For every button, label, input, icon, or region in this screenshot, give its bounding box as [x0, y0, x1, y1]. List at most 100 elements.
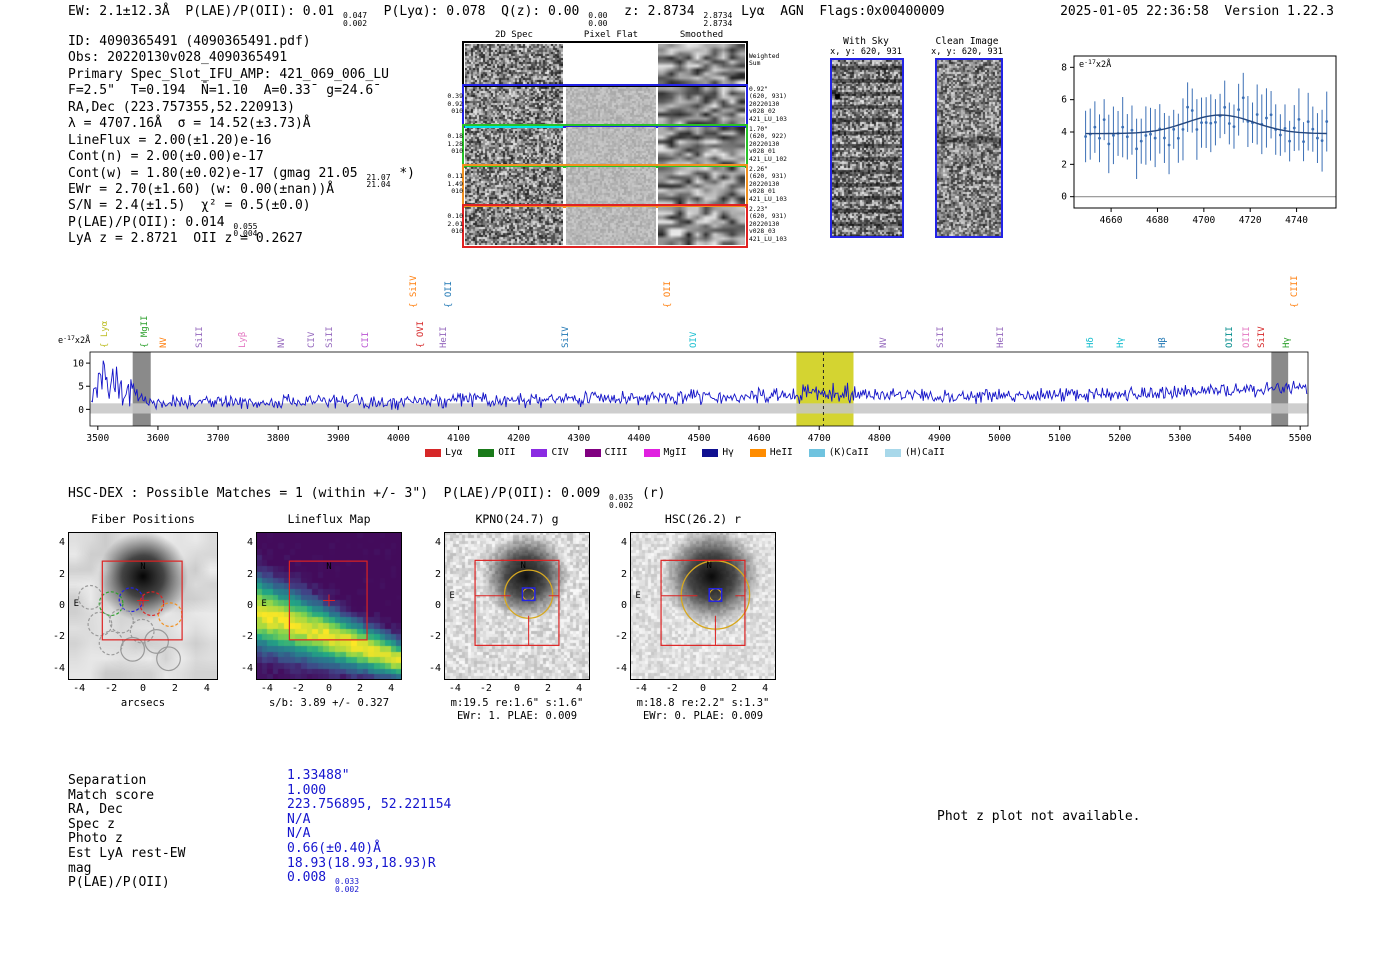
data-point [1195, 128, 1199, 131]
spectrum-x-tick: 5100 [1048, 433, 1071, 444]
match-table-row: mag 18.93(18.93,18.93)R [68, 856, 451, 876]
spectrum-x-tick: 5300 [1169, 433, 1192, 444]
data-point [1121, 125, 1125, 129]
spectrum-x-tick: 4100 [447, 433, 470, 444]
data-point [1149, 132, 1152, 136]
match-label: P(LAE)/P(OII) [68, 875, 170, 891]
emission-line-label: Hδ [1085, 337, 1096, 348]
cutout-caption: EWr: 1. PLAE: 0.009 [456, 710, 578, 722]
with-sky-image [830, 58, 904, 238]
data-point [1227, 122, 1231, 125]
spec2d-row-left-labels: 0.11 1.49 010 [443, 172, 463, 196]
emission-line-label: SiIV [1256, 326, 1267, 348]
spectrum-legend: Lyα OII CIV CIII MgII Hγ HeII (K)CaII (H)CaII [60, 447, 1310, 458]
legend-label: HeII [769, 447, 793, 458]
match-value: 1.33488" [287, 768, 350, 783]
cutout-frame [444, 532, 590, 680]
fiber-circle [77, 584, 103, 610]
spectrum-x-tick: 4800 [868, 433, 891, 444]
spectrum-x-tick: 3600 [146, 433, 169, 444]
left-label-line: 010 [451, 107, 463, 116]
legend-label: MgII [663, 447, 687, 458]
text-segment: Cont(w) = 1.80(±0.02)e-17 (gmag 21.05 [68, 165, 366, 181]
spec2d-row-right-labels: 2.26" (620, 931) 20220130 v028_01 421_LU_103 [749, 166, 807, 203]
text-segment: RA,Dec (223.757355,52.220913) [68, 99, 295, 115]
spec2d-image [465, 127, 563, 165]
fiber-circle [118, 587, 144, 613]
spectrum-x-tick: 5500 [1289, 433, 1312, 444]
legend-item: MgII [643, 447, 687, 458]
data-point [1144, 134, 1148, 137]
right-label-line: (620, 922) [749, 133, 787, 141]
cutout-y-tick: 4 [246, 537, 253, 549]
info-line: Cont(n) = 2.00(±0.00)e-17 [68, 149, 415, 165]
legend-label: Hγ [722, 447, 734, 458]
spectrum-x-tick: 3800 [267, 433, 290, 444]
fit-x-tick: 4660 [1100, 215, 1123, 226]
compass-east: E [635, 591, 640, 601]
data-point [1265, 116, 1268, 120]
compass-east: E [449, 591, 454, 601]
emission-line-label: NV [879, 337, 890, 348]
cutout-overlay: NE [256, 532, 402, 680]
cutout-x-tick: 0 [325, 683, 333, 694]
fit-y-tick: 4 [1061, 127, 1067, 138]
data-point [1163, 136, 1166, 140]
cutout-y-tick: 0 [58, 600, 65, 611]
text-segment: *) [391, 165, 415, 181]
data-point [1098, 136, 1101, 140]
info-line: EWr = 2.70(±1.60) (w: 0.00(±nan))Å [68, 182, 415, 198]
cutout-x-tick: -4 [73, 683, 86, 694]
cutout-x-tick: -4 [634, 683, 647, 694]
emission-line-label: Hγ [1281, 337, 1292, 348]
text-segment: P(LAE)/P(OII): 0.014 [68, 214, 233, 230]
data-point [1102, 118, 1106, 122]
emission-line-label: { CIII [1290, 275, 1301, 308]
spec2d-row-right-labels: 1.70" (620, 922) 20220130 v028_01 421_LU_102 [749, 126, 807, 163]
cutout-x-tick: 4 [576, 683, 583, 694]
data-point [1153, 136, 1157, 140]
info-line: ID: 4090365491 (4090365491.pdf) [68, 34, 415, 50]
emission-line-label: Hγ [1116, 337, 1127, 348]
data-point [1172, 127, 1176, 131]
emission-line-label: OIII [1225, 326, 1236, 348]
emission-line-label: { Lyα [100, 320, 111, 348]
data-point [1302, 140, 1305, 144]
right-label-line: (620, 931) [749, 93, 787, 101]
right-label-line: 421_LU_103 [749, 235, 787, 243]
cutout-y-tick: -2 [240, 631, 253, 643]
match-label: Photo z [68, 831, 123, 847]
match-label: Match score [68, 787, 155, 803]
cutout-frame [630, 532, 776, 680]
spec2d-row-right-labels: 2.23" (620, 931) 20220130 v028_03 421_LU_103 [749, 206, 807, 243]
match-value: N/A [287, 811, 311, 827]
info-line: LineFlux = 2.00(±1.20)e-16 [68, 133, 415, 149]
emission-line-labels: { Lyα { MgII NV SiII Lyβ NV CIV SiII CII { SiIV { … [60, 262, 1315, 352]
info-line: LyA z = 2.8721 OII z = 0.2627 [68, 231, 415, 247]
legend-swatch [884, 448, 901, 457]
fiber-circle [87, 611, 113, 637]
text-segment: Primary Spec_Slot_IFU_AMP: 421_069_006_L… [68, 66, 389, 82]
fiber-circle [120, 636, 146, 662]
fit-x-tick: 4740 [1285, 215, 1308, 226]
fiber-circle [139, 591, 165, 617]
fit-y-tick: 2 [1061, 159, 1067, 170]
match-value: 223.756895, 52.221154 [287, 797, 452, 813]
fit-unit-label: e-17x2Å [1079, 58, 1111, 70]
right-label-line: 2.23" [749, 206, 768, 213]
right-label-line: 1.70" [749, 126, 768, 133]
full-spectrum-plot: 3500 3600 3700 3800 3900 4000 4100 4200 4300 4400… [60, 348, 1322, 450]
cutout-y-tick: 4 [620, 537, 627, 549]
cutout-x-tick: 4 [388, 683, 395, 694]
match-label: Est LyA rest-EW [68, 845, 186, 861]
sup-sub-value: 2.8734 2.8734 [703, 12, 732, 27]
legend-swatch [749, 448, 766, 457]
text-segment: (r) [634, 486, 666, 501]
emission-line-label: OIII [1242, 326, 1253, 348]
match-table-row: Spec z N/A [68, 812, 451, 832]
spectrum-x-tick: 4000 [387, 433, 410, 444]
spectrum-x-tick: 3500 [86, 433, 109, 444]
timestamp: 2025-01-05 22:36:58 Version 1.22.3 [1060, 4, 1334, 19]
cutout-x-tick: 0 [699, 683, 707, 694]
cutout-y-tick: 0 [434, 600, 441, 611]
